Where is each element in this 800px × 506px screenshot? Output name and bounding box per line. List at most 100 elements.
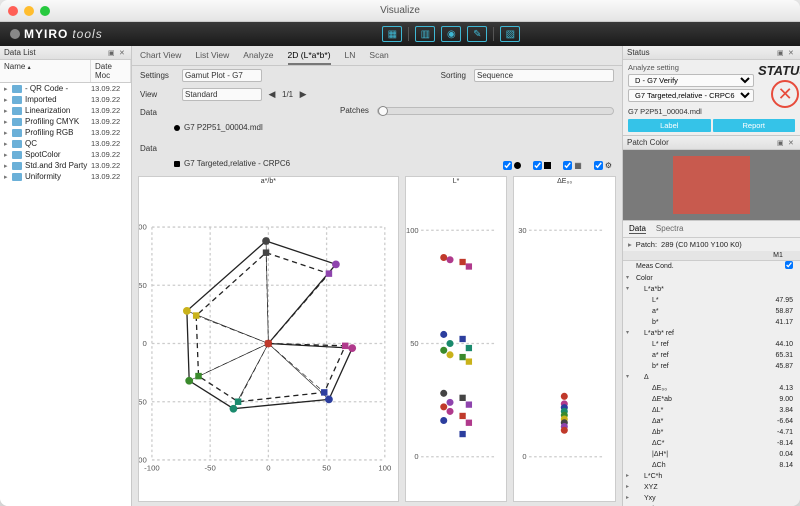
sidebar-item[interactable]: ▸Profiling CMYK13.09.22 xyxy=(0,116,131,127)
sidebar-item[interactable]: ▸Std.and 3rd Party13.09.22 xyxy=(0,160,131,171)
sidebar-item[interactable]: ▸QC13.09.22 xyxy=(0,138,131,149)
slider-knob[interactable] xyxy=(378,106,388,116)
data-row[interactable]: L* ref44.10 xyxy=(623,339,800,350)
settings-select[interactable]: Gamut Plot - G7 xyxy=(182,69,262,82)
analyze-select[interactable]: D - G7 Verify xyxy=(628,74,754,87)
chart-ab: a*/b* -100-100-50-50005050100100 xyxy=(138,176,399,502)
filter-grid[interactable]: ▦ xyxy=(563,161,582,170)
patches-slider[interactable] xyxy=(377,107,614,115)
sidebar-item[interactable]: ▸Linearization13.09.22 xyxy=(0,105,131,116)
chart-dE-title: ΔE₀₀ xyxy=(514,177,615,186)
folder-icon xyxy=(12,118,22,126)
tab-ln[interactable]: LN xyxy=(345,50,356,65)
data-row[interactable]: b*41.17 xyxy=(623,317,800,328)
data-row[interactable]: L*47.95 xyxy=(623,295,800,306)
tab-chart-view[interactable]: Chart View xyxy=(140,50,181,65)
patch-value: 289 (C0 M100 Y100 K0) xyxy=(661,240,742,249)
data-row[interactable]: ▾L*a*b* ref xyxy=(623,328,800,339)
tab-analyze[interactable]: Analyze xyxy=(243,50,273,65)
chevron-right-icon[interactable]: ▸ xyxy=(628,240,632,249)
panel-collapse-icon[interactable]: ▣ xyxy=(108,49,116,57)
data-row[interactable]: ▾L*a*b* xyxy=(623,284,800,295)
filter-gear[interactable]: ⚙ xyxy=(594,161,612,170)
data-row[interactable]: Δb*-4.71 xyxy=(623,427,800,438)
content: Data List ▣ ✕ Name ▴ Date Moc ▸- QR Code… xyxy=(0,46,800,506)
data-row[interactable]: ΔL*3.84 xyxy=(623,405,800,416)
filter-square[interactable] xyxy=(533,161,551,170)
sorting-select[interactable]: Sequence xyxy=(474,69,614,82)
panel-close-icon[interactable]: ✕ xyxy=(788,49,796,57)
data-tab-spectra[interactable]: Spectra xyxy=(656,224,684,234)
panel-collapse-icon[interactable]: ▣ xyxy=(777,139,785,147)
sidebar-item[interactable]: ▸- QR Code -13.09.22 xyxy=(0,83,131,94)
main-tabs: Chart View List View Analyze 2D (L*a*b*) LN S… xyxy=(132,46,622,66)
report-button[interactable]: Report xyxy=(713,119,796,132)
tab-scan[interactable]: Scan xyxy=(369,50,388,65)
legend-item-2[interactable]: G7 Targeted,relative - CRPC6 xyxy=(174,159,324,168)
data-row[interactable]: Meas Cond. xyxy=(623,261,800,273)
svg-text:50: 50 xyxy=(322,463,331,472)
data-row[interactable]: ▸Yxy xyxy=(623,493,800,504)
toolbar-btn-2[interactable]: ▥ xyxy=(415,26,435,42)
sidebar-item[interactable]: ▸Uniformity13.09.22 xyxy=(0,171,131,182)
data-row[interactable]: ΔC*-8.14 xyxy=(623,438,800,449)
col-date[interactable]: Date Moc xyxy=(91,60,131,82)
toolbar-btn-4[interactable]: ✎ xyxy=(467,26,487,42)
chart-dE: ΔE₀₀ 030 xyxy=(513,176,616,502)
toolbar-btn-3[interactable]: ◉ xyxy=(441,26,461,42)
prev-page-button[interactable]: ◀ xyxy=(266,89,278,101)
data-row[interactable]: ▾Δ xyxy=(623,372,800,383)
panel-collapse-icon[interactable]: ▣ xyxy=(777,49,785,57)
tab-2d-l-a-b-[interactable]: 2D (L*a*b*) xyxy=(288,50,331,65)
filter-row: ▦ ⚙ xyxy=(332,159,622,172)
data-row[interactable]: ΔE*ab9.00 xyxy=(623,394,800,405)
view-label: View xyxy=(140,90,178,99)
toolbar-sep xyxy=(408,27,409,41)
patches-row: Patches xyxy=(332,104,622,117)
patchcolor-header: Patch Color ▣✕ xyxy=(623,136,800,150)
sidebar-item[interactable]: ▸SpotColor13.09.22 xyxy=(0,149,131,160)
data-tab-data[interactable]: Data xyxy=(629,224,646,234)
patches-label: Patches xyxy=(340,106,369,115)
data-row[interactable]: ▸XYZ xyxy=(623,482,800,493)
panel-close-icon[interactable]: ✕ xyxy=(788,139,796,147)
status-fail-icon: ✕ xyxy=(771,80,799,108)
settings-row: Settings Gamut Plot - G7 Sorting Sequenc… xyxy=(132,66,622,85)
next-page-button[interactable]: ▶ xyxy=(297,89,309,101)
svg-text:-50: -50 xyxy=(205,463,216,472)
tab-list-view[interactable]: List View xyxy=(195,50,229,65)
col-name[interactable]: Name ▴ xyxy=(0,60,91,82)
ref-select[interactable]: G7 Targeted,relative - CRPC6 xyxy=(628,89,754,102)
svg-text:100: 100 xyxy=(378,463,391,472)
data-label: Data xyxy=(140,108,170,117)
svg-text:-100: -100 xyxy=(144,463,160,472)
label-button[interactable]: Label xyxy=(628,119,711,132)
panel-close-icon[interactable]: ✕ xyxy=(119,49,127,57)
data-row[interactable]: ΔCh8.14 xyxy=(623,460,800,471)
data-row[interactable]: b* ref45.87 xyxy=(623,361,800,372)
toolbar-btn-1[interactable]: ▦ xyxy=(382,26,402,42)
chart-ab-svg[interactable]: -100-100-50-50005050100100 xyxy=(139,186,398,501)
data-row[interactable]: |ΔH*|0.04 xyxy=(623,449,800,460)
chart-dE-svg[interactable]: 030 xyxy=(514,186,615,501)
sidebar-header: Data List ▣ ✕ xyxy=(0,46,131,60)
swatch-area[interactable] xyxy=(623,150,800,220)
data-row[interactable]: ▾Color xyxy=(623,273,800,284)
chart-L-svg[interactable]: 050100 xyxy=(406,186,507,501)
data-row[interactable]: ΔE₀₀4.13 xyxy=(623,383,800,394)
status-header-label: Status xyxy=(627,48,650,57)
patch-line: ▸ Patch: 289 (C0 M100 Y100 K0) xyxy=(623,238,800,251)
view-select[interactable]: Standard xyxy=(182,88,262,101)
filter-circle[interactable] xyxy=(503,161,521,170)
square-icon xyxy=(544,162,551,169)
sidebar-item[interactable]: ▸Profiling RGB13.09.22 xyxy=(0,127,131,138)
toolbar-btn-5[interactable]: ▧ xyxy=(500,26,520,42)
svg-text:0: 0 xyxy=(266,463,270,472)
legend-item-1[interactable]: G7 P2P51_00004.mdl xyxy=(174,123,324,132)
data-row[interactable]: a*58.87 xyxy=(623,306,800,317)
data-row[interactable]: Δa*-6.64 xyxy=(623,416,800,427)
data-row[interactable]: ▸L*C*h xyxy=(623,471,800,482)
circle-icon xyxy=(514,162,521,169)
data-row[interactable]: a* ref65.31 xyxy=(623,350,800,361)
sidebar-item[interactable]: ▸Imported13.09.22 xyxy=(0,94,131,105)
